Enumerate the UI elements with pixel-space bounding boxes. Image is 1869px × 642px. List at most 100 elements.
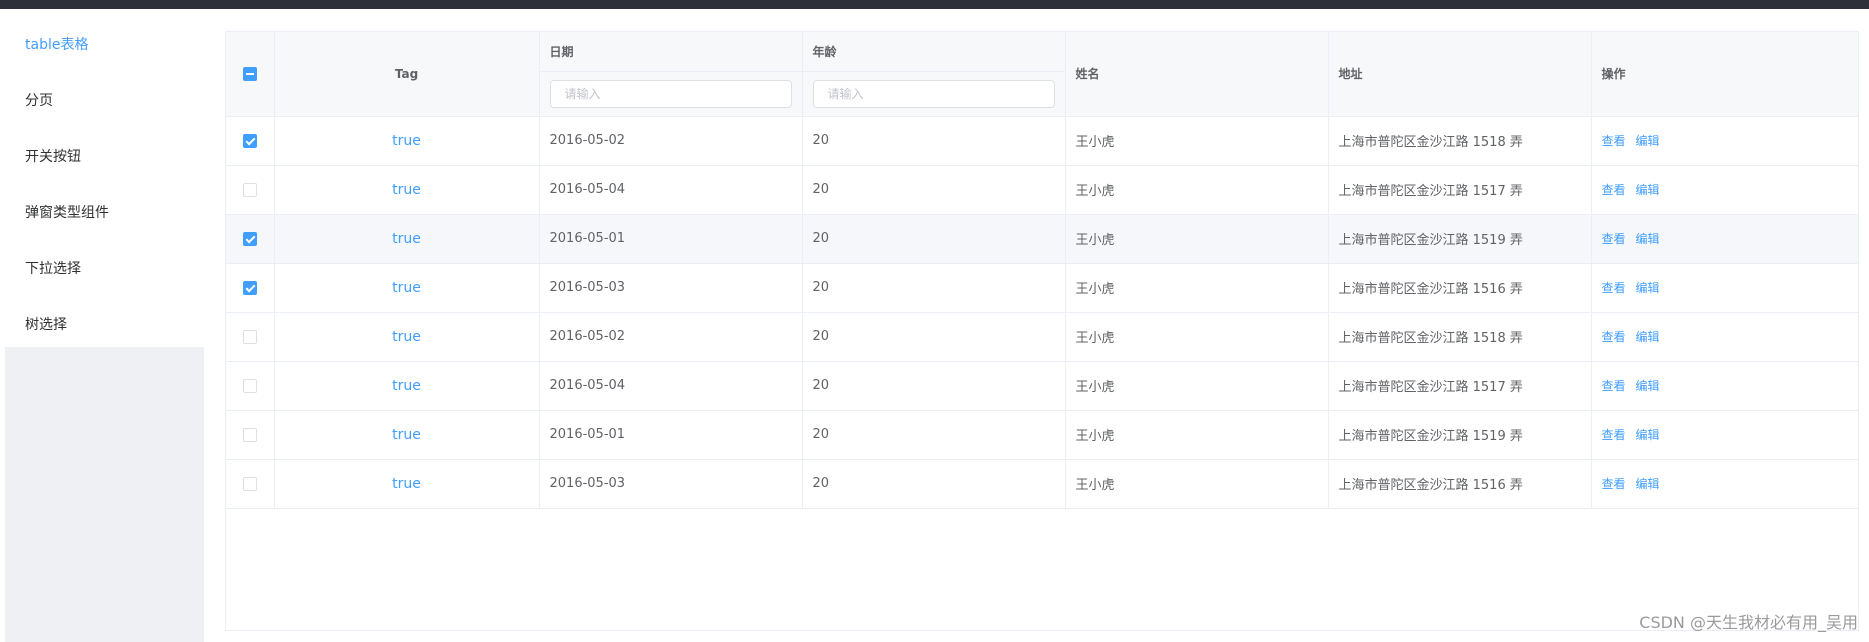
age-cell: 20 xyxy=(802,459,1066,509)
edit-button[interactable]: 编辑 xyxy=(1636,428,1660,442)
row-select-cell xyxy=(226,312,275,362)
row-select-cell xyxy=(226,116,275,166)
sidebar-item-table[interactable]: table表格 xyxy=(5,17,204,73)
data-table: Tag 日期 年龄 姓名 地址 操作 xyxy=(225,31,1859,631)
view-button[interactable]: 查看 xyxy=(1602,183,1626,197)
csdn-watermark: CSDN @天生我材必有用_吴用 xyxy=(1639,613,1858,632)
table-row[interactable]: true 2016-05-02 20 王小虎 上海市普陀区金沙江路 1518 弄… xyxy=(226,116,1858,166)
table-row[interactable]: true 2016-05-02 20 王小虎 上海市普陀区金沙江路 1518 弄… xyxy=(226,312,1858,362)
table-row[interactable]: true 2016-05-01 20 王小虎 上海市普陀区金沙江路 1519 弄… xyxy=(226,410,1858,460)
sidebar-menu: table表格 分页 开关按钮 弹窗类型组件 下拉选择 树选择 xyxy=(5,9,204,347)
age-filter xyxy=(812,72,1055,108)
table-row[interactable]: true 2016-05-01 20 王小虎 上海市普陀区金沙江路 1519 弄… xyxy=(226,214,1858,264)
table-row[interactable]: true 2016-05-04 20 王小虎 上海市普陀区金沙江路 1517 弄… xyxy=(226,165,1858,215)
sidebar-item-dialog[interactable]: 弹窗类型组件 xyxy=(5,185,204,241)
tag-value: true xyxy=(392,279,421,296)
table-row[interactable]: true 2016-05-04 20 王小虎 上海市普陀区金沙江路 1517 弄… xyxy=(226,361,1858,411)
address-cell: 上海市普陀区金沙江路 1516 弄 xyxy=(1328,263,1592,313)
edit-button[interactable]: 编辑 xyxy=(1636,281,1660,295)
age-cell: 20 xyxy=(802,263,1066,313)
table-header-row: Tag 日期 年龄 姓名 地址 操作 xyxy=(226,32,1858,117)
row-checkbox[interactable] xyxy=(242,329,257,344)
view-button[interactable]: 查看 xyxy=(1602,428,1626,442)
age-filter-input[interactable] xyxy=(812,80,1055,108)
view-button[interactable]: 查看 xyxy=(1602,330,1626,344)
tag-value: true xyxy=(392,328,421,345)
age-cell: 20 xyxy=(802,214,1066,264)
header-ops: 操作 xyxy=(1591,32,1858,117)
tag-value: true xyxy=(392,181,421,198)
header-age[interactable]: 年龄 xyxy=(802,32,1065,72)
date-cell: 2016-05-02 xyxy=(539,312,803,362)
row-select-cell xyxy=(226,410,275,460)
sidebar-item-tree-select[interactable]: 树选择 xyxy=(5,297,204,353)
row-checkbox[interactable] xyxy=(242,378,257,393)
edit-button[interactable]: 编辑 xyxy=(1636,134,1660,148)
tag-cell: true xyxy=(274,410,540,460)
header-name[interactable]: 姓名 xyxy=(1065,32,1329,117)
row-select-cell xyxy=(226,263,275,313)
header-tag[interactable]: Tag xyxy=(274,32,540,117)
select-all-checkbox[interactable] xyxy=(242,67,257,81)
edit-button[interactable]: 编辑 xyxy=(1636,232,1660,246)
tag-cell: true xyxy=(274,459,540,509)
name-cell: 王小虎 xyxy=(1065,263,1329,313)
date-cell: 2016-05-03 xyxy=(539,459,803,509)
tag-value: true xyxy=(392,426,421,443)
row-checkbox[interactable] xyxy=(242,231,257,246)
header-age-cell: 年龄 xyxy=(802,32,1066,117)
edit-button[interactable]: 编辑 xyxy=(1636,477,1660,491)
table-row[interactable]: true 2016-05-03 20 王小虎 上海市普陀区金沙江路 1516 弄… xyxy=(226,459,1858,509)
row-checkbox[interactable] xyxy=(242,133,257,148)
edit-button[interactable]: 编辑 xyxy=(1636,330,1660,344)
row-checkbox[interactable] xyxy=(242,182,257,197)
row-checkbox[interactable] xyxy=(242,427,257,442)
ops-cell: 查看 编辑 xyxy=(1591,263,1858,313)
ops-cell: 查看 编辑 xyxy=(1591,214,1858,264)
row-select-cell xyxy=(226,165,275,215)
age-cell: 20 xyxy=(802,312,1066,362)
address-cell: 上海市普陀区金沙江路 1517 弄 xyxy=(1328,361,1592,411)
view-button[interactable]: 查看 xyxy=(1602,281,1626,295)
view-button[interactable]: 查看 xyxy=(1602,134,1626,148)
sidebar-item-switch[interactable]: 开关按钮 xyxy=(5,129,204,185)
name-cell: 王小虎 xyxy=(1065,459,1329,509)
sidebar-item-select[interactable]: 下拉选择 xyxy=(5,241,204,297)
date-cell: 2016-05-02 xyxy=(539,116,803,166)
ops-cell: 查看 编辑 xyxy=(1591,165,1858,215)
tag-cell: true xyxy=(274,361,540,411)
address-cell: 上海市普陀区金沙江路 1519 弄 xyxy=(1328,214,1592,264)
ops-cell: 查看 编辑 xyxy=(1591,410,1858,460)
tag-value: true xyxy=(392,475,421,492)
view-button[interactable]: 查看 xyxy=(1602,232,1626,246)
tag-cell: true xyxy=(274,165,540,215)
table: Tag 日期 年龄 姓名 地址 操作 xyxy=(226,32,1858,509)
age-cell: 20 xyxy=(802,165,1066,215)
ops-cell: 查看 编辑 xyxy=(1591,361,1858,411)
view-button[interactable]: 查看 xyxy=(1602,379,1626,393)
top-bar xyxy=(0,0,1869,9)
header-date-cell: 日期 xyxy=(539,32,803,117)
sidebar: table表格 分页 开关按钮 弹窗类型组件 下拉选择 树选择 xyxy=(5,9,204,642)
tag-cell: true xyxy=(274,312,540,362)
tag-value: true xyxy=(392,132,421,149)
table-body: true 2016-05-02 20 王小虎 上海市普陀区金沙江路 1518 弄… xyxy=(226,116,1858,509)
tag-value: true xyxy=(392,230,421,247)
row-checkbox[interactable] xyxy=(242,280,257,295)
ops-cell: 查看 编辑 xyxy=(1591,312,1858,362)
header-date[interactable]: 日期 xyxy=(539,32,802,72)
date-filter xyxy=(549,72,792,108)
edit-button[interactable]: 编辑 xyxy=(1636,183,1660,197)
ops-cell: 查看 编辑 xyxy=(1591,459,1858,509)
view-button[interactable]: 查看 xyxy=(1602,477,1626,491)
date-cell: 2016-05-04 xyxy=(539,361,803,411)
row-checkbox[interactable] xyxy=(242,476,257,491)
date-filter-input[interactable] xyxy=(549,80,792,108)
header-address[interactable]: 地址 xyxy=(1328,32,1592,117)
select-all-cell xyxy=(226,32,275,117)
name-cell: 王小虎 xyxy=(1065,410,1329,460)
sidebar-item-pagination[interactable]: 分页 xyxy=(5,73,204,129)
table-row[interactable]: true 2016-05-03 20 王小虎 上海市普陀区金沙江路 1516 弄… xyxy=(226,263,1858,313)
row-select-cell xyxy=(226,459,275,509)
edit-button[interactable]: 编辑 xyxy=(1636,379,1660,393)
